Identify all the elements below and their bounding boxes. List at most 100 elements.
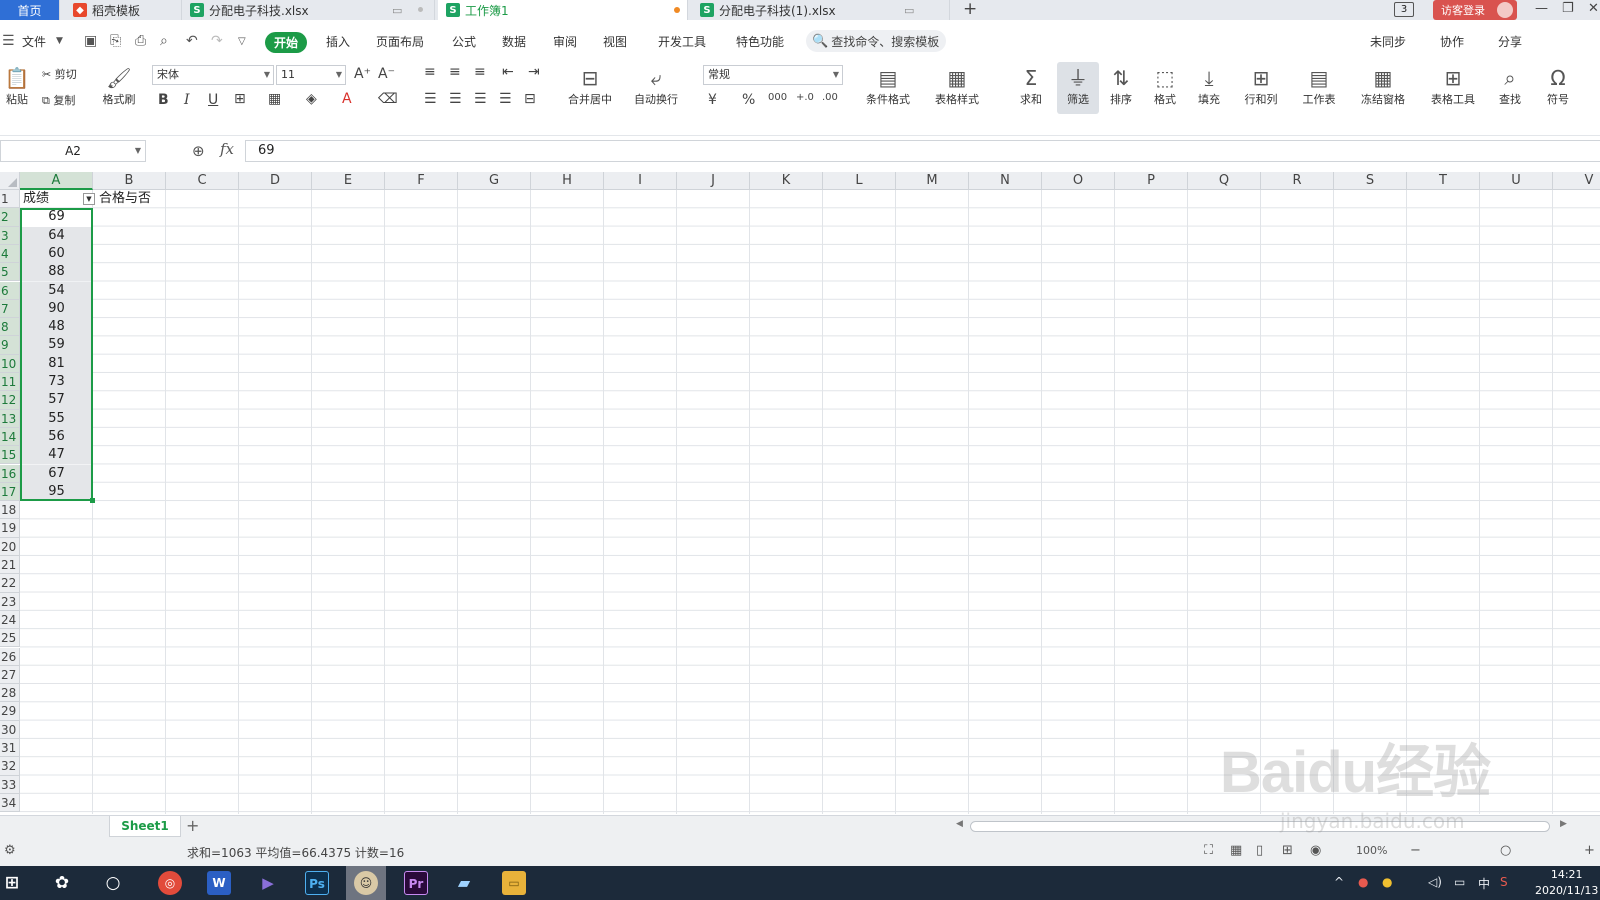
zoom-formula-icon[interactable]: ⊕ <box>192 142 205 160</box>
ime-icon[interactable]: S <box>1500 875 1508 889</box>
thousands-icon[interactable]: 000 <box>768 92 787 103</box>
spreadsheet-grid[interactable]: ABCDEFGHIJKLMNOPQRSTUV 1 2 3 4 5 6 7 8 9 10 11 12 13… <box>0 172 1600 814</box>
column-header-l[interactable]: L <box>823 172 896 190</box>
menu-data[interactable]: 数据 <box>502 33 526 50</box>
score-cell[interactable]: 59 <box>20 336 93 355</box>
share-button[interactable]: 分享 <box>1498 33 1522 50</box>
column-header-h[interactable]: H <box>531 172 604 190</box>
column-header-c[interactable]: C <box>166 172 239 190</box>
row-header-34[interactable]: 34 <box>0 793 20 813</box>
format-painter-button[interactable]: 🖌 格式刷 <box>97 65 141 107</box>
scroll-right-icon[interactable]: ▶ <box>1560 819 1567 829</box>
column-header-n[interactable]: N <box>969 172 1042 190</box>
eraser-icon[interactable]: ⌫ <box>378 91 398 107</box>
zoom-in-icon[interactable]: + <box>1584 843 1595 858</box>
align-right-icon[interactable]: ☰ <box>474 91 487 107</box>
row-header-12[interactable]: 12 <box>0 391 20 410</box>
save-icon[interactable]: ▣ <box>84 33 97 49</box>
row-header-31[interactable]: 31 <box>0 739 20 758</box>
score-cell[interactable]: 47 <box>20 446 93 465</box>
insert-function-button[interactable]: fx <box>220 140 234 158</box>
column-header-r[interactable]: R <box>1261 172 1334 190</box>
row-header-13[interactable]: 13 <box>0 409 20 428</box>
windows-start-icon[interactable]: ⊞ <box>0 871 24 895</box>
score-cell[interactable]: 81 <box>20 354 93 373</box>
score-cell[interactable]: 69 <box>20 208 93 227</box>
column-header-q[interactable]: Q <box>1188 172 1261 190</box>
row-header-33[interactable]: 33 <box>0 775 20 794</box>
row-header-15[interactable]: 15 <box>0 446 20 465</box>
zoom-slider-icon[interactable]: ○ <box>1500 843 1511 858</box>
row-header-9[interactable]: 9 <box>0 336 20 355</box>
symbol-button[interactable]: Ω 符号 <box>1536 65 1580 107</box>
redo-icon[interactable]: ↷ <box>211 33 223 49</box>
add-sheet-button[interactable]: + <box>186 816 199 836</box>
tray-chevron-icon[interactable]: ^ <box>1334 875 1344 889</box>
menu-page-layout[interactable]: 页面布局 <box>376 33 424 50</box>
column-header-t[interactable]: T <box>1407 172 1480 190</box>
fill-color-icon[interactable]: ◈ <box>306 91 317 107</box>
row-header-24[interactable]: 24 <box>0 610 20 630</box>
cell-style-icon[interactable]: ▦ <box>268 91 281 107</box>
score-cell[interactable]: 73 <box>20 373 93 392</box>
column-header-g[interactable]: G <box>458 172 531 190</box>
tray-app-icon[interactable]: ● <box>1358 875 1368 889</box>
chevron-down-icon[interactable]: ▼ <box>56 36 63 46</box>
freeze-panes-button[interactable]: ▦ 冻结窗格 <box>1352 65 1414 107</box>
print-icon[interactable]: ⎙ <box>135 33 146 49</box>
tab-workbook1[interactable]: S 工作簿1 <box>438 0 688 20</box>
tab-docer-templates[interactable]: ◆ 稻壳模板 <box>65 0 182 20</box>
column-header-i[interactable]: I <box>604 172 677 190</box>
normal-view-icon[interactable]: ▦ <box>1230 843 1242 858</box>
cell-a1[interactable]: 成绩 ▼ <box>23 190 96 208</box>
print-preview-icon[interactable]: ⌕ <box>160 33 168 49</box>
row-header-10[interactable]: 10 <box>0 354 20 373</box>
undo-icon[interactable]: ↶ <box>186 33 198 49</box>
column-header-v[interactable]: V <box>1553 172 1600 190</box>
row-header-1[interactable]: 1 <box>0 190 20 209</box>
row-header-19[interactable]: 19 <box>0 519 20 538</box>
restore-icon[interactable]: ❐ <box>1562 0 1574 20</box>
collaborate-button[interactable]: 协作 <box>1440 33 1464 50</box>
format-button[interactable]: ⬚ 格式 <box>1146 65 1184 107</box>
column-header-b[interactable]: B <box>93 172 166 190</box>
align-middle-icon[interactable]: ≡ <box>449 64 461 80</box>
justify-icon[interactable]: ☰ <box>499 91 512 107</box>
app-launcher-icon[interactable]: ✿ <box>50 871 74 895</box>
copy-button[interactable]: ⧉ 复制 <box>42 92 75 108</box>
row-col-button[interactable]: ⊞ 行和列 <box>1236 65 1286 107</box>
menu-start[interactable]: 开始 <box>265 32 308 53</box>
page-break-icon[interactable]: ⊞ <box>1282 843 1293 858</box>
formula-input[interactable]: 69 <box>245 140 1600 162</box>
merge-center-button[interactable]: ⊟ 合并居中 <box>560 65 620 107</box>
zoom-level[interactable]: 100% <box>1356 844 1387 857</box>
column-header-m[interactable]: M <box>896 172 969 190</box>
score-cell[interactable]: 88 <box>20 263 93 282</box>
decrease-font-icon[interactable]: A⁻ <box>378 66 395 82</box>
eye-protect-icon[interactable]: ◉ <box>1310 843 1321 858</box>
row-header-4[interactable]: 4 <box>0 244 20 264</box>
score-cell[interactable]: 56 <box>20 427 93 447</box>
tab-home[interactable]: 首页 <box>0 0 60 20</box>
horizontal-scrollbar[interactable] <box>970 821 1550 832</box>
worksheet-button[interactable]: ▤ 工作表 <box>1294 65 1344 107</box>
word-icon[interactable]: W <box>207 871 231 895</box>
table-style-button[interactable]: ▦ 表格样式 <box>926 65 988 107</box>
cut-button[interactable]: ✂ 剪切 <box>42 66 77 82</box>
align-bottom-icon[interactable]: ≡ <box>474 64 486 80</box>
sum-button[interactable]: Σ 求和 <box>1010 65 1052 107</box>
increase-font-icon[interactable]: A⁺ <box>354 66 371 82</box>
table-tools-button[interactable]: ⊞ 表格工具 <box>1422 65 1484 107</box>
menu-special[interactable]: 特色功能 <box>736 33 784 50</box>
font-color-icon[interactable]: A <box>342 91 352 107</box>
command-search[interactable]: 🔍 查找命令、搜索模板 <box>806 30 946 52</box>
column-header-j[interactable]: J <box>677 172 750 190</box>
column-header-o[interactable]: O <box>1042 172 1115 190</box>
cell-area[interactable]: 成绩 ▼ 合格与否 69 64 60 88 54 90 48 59 81 73 57 55 56 47 67… <box>20 190 1600 814</box>
row-header-20[interactable]: 20 <box>0 537 20 556</box>
menu-file[interactable]: 文件 <box>22 33 46 50</box>
row-header-27[interactable]: 27 <box>0 665 20 685</box>
cell-b1[interactable]: 合格与否 <box>96 190 169 208</box>
sync-status[interactable]: 未同步 <box>1370 33 1406 50</box>
align-center-icon[interactable]: ☰ <box>449 91 462 107</box>
